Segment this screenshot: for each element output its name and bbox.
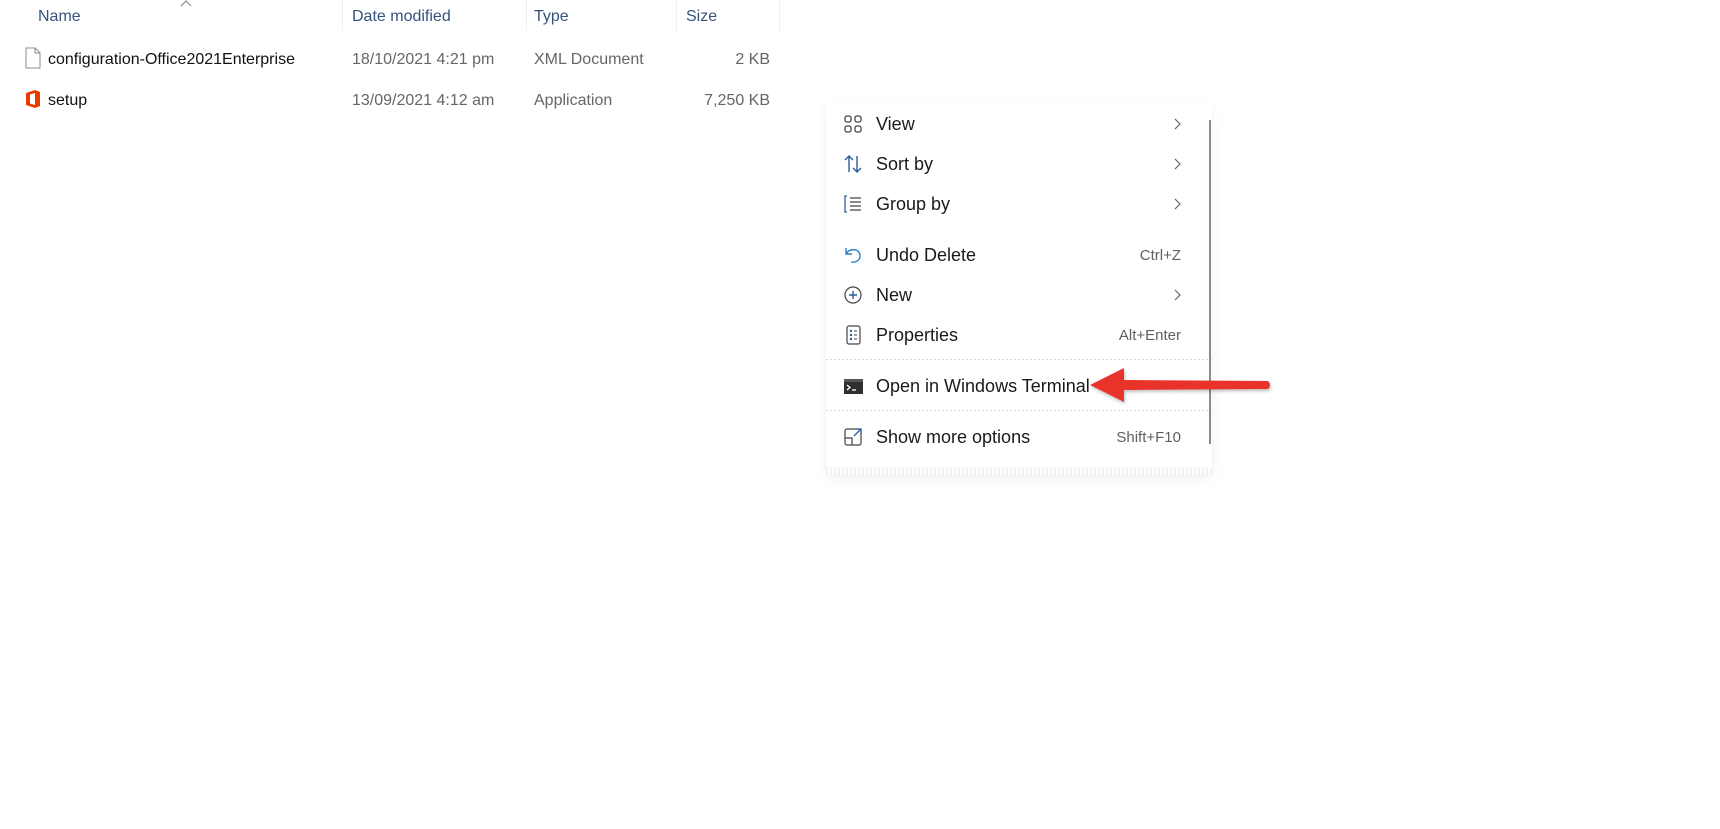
- chevron-right-icon: [1174, 289, 1181, 301]
- file-name: setup: [48, 92, 88, 109]
- properties-icon: [846, 325, 861, 345]
- terminal-icon: [844, 379, 863, 394]
- undo-icon: [845, 248, 861, 263]
- document-icon: [25, 47, 41, 69]
- sort-icon: [844, 155, 862, 173]
- file-date-modified: 18/10/2021 4:21 pm: [352, 51, 495, 68]
- menu-item-label: Group by: [876, 194, 951, 214]
- menu-item-label: Show more options: [876, 427, 1031, 447]
- chevron-right-icon: [1174, 118, 1181, 130]
- menu-shadow: [826, 467, 1212, 475]
- file-type: XML Document: [534, 51, 644, 68]
- file-name: configuration-Office2021Enterprise: [48, 51, 295, 68]
- file-size: 7,250 KB: [704, 92, 770, 109]
- menu-item-label: Properties: [876, 325, 959, 345]
- menu-separator: [826, 359, 1212, 360]
- column-header-size[interactable]: Size: [686, 8, 717, 26]
- new-plus-icon: [844, 286, 862, 304]
- menu-item-properties[interactable]: Properties Alt+Enter: [826, 315, 1206, 355]
- file-size: 2 KB: [735, 51, 770, 68]
- menu-item-undo-delete[interactable]: Undo Delete Ctrl+Z: [826, 235, 1206, 275]
- view-grid-icon: [844, 115, 862, 133]
- chevron-right-icon: [1174, 198, 1181, 210]
- group-icon: [844, 195, 861, 213]
- column-header-date-modified[interactable]: Date modified: [352, 8, 451, 26]
- menu-item-group-by[interactable]: Group by: [826, 184, 1206, 224]
- menu-item-label: Undo Delete: [876, 245, 977, 265]
- column-header-name[interactable]: Name: [38, 8, 81, 26]
- red-arrow-annotation: [1090, 368, 1270, 402]
- menu-item-label: New: [876, 285, 913, 305]
- menu-item-new[interactable]: New: [826, 275, 1206, 315]
- office-app-icon: [26, 90, 40, 108]
- menu-item-label: Open in Windows Terminal: [876, 376, 1090, 396]
- file-row[interactable]: configuration-Office2021Enterprise 18/10…: [0, 40, 780, 80]
- file-date-modified: 13/09/2021 4:12 am: [352, 92, 495, 109]
- column-divider[interactable]: [526, 0, 527, 30]
- file-list-header: Name Date modified Type Size: [0, 0, 780, 34]
- file-row[interactable]: setup 13/09/2021 4:12 am Application 7,2…: [0, 81, 780, 121]
- menu-item-label: View: [876, 114, 915, 134]
- menu-item-shortcut: Ctrl+Z: [1139, 247, 1181, 264]
- menu-item-view[interactable]: View: [826, 104, 1206, 144]
- show-more-icon: [844, 428, 862, 446]
- menu-item-label: Sort by: [876, 154, 934, 174]
- menu-item-shortcut: Alt+Enter: [1118, 327, 1181, 344]
- menu-separator: [826, 410, 1212, 411]
- menu-item-show-more-options[interactable]: Show more options Shift+F10: [826, 417, 1206, 457]
- column-divider[interactable]: [676, 0, 677, 30]
- column-divider[interactable]: [342, 0, 343, 30]
- column-header-type[interactable]: Type: [534, 8, 569, 26]
- file-type: Application: [534, 92, 613, 109]
- context-menu: View Sort by Group by Undo Delete Ctrl+Z…: [826, 101, 1212, 473]
- menu-item-shortcut: Shift+F10: [1116, 429, 1181, 446]
- menu-item-sort-by[interactable]: Sort by: [826, 144, 1206, 184]
- sort-ascending-icon: [180, 0, 192, 7]
- chevron-right-icon: [1174, 158, 1181, 170]
- column-divider[interactable]: [779, 0, 780, 30]
